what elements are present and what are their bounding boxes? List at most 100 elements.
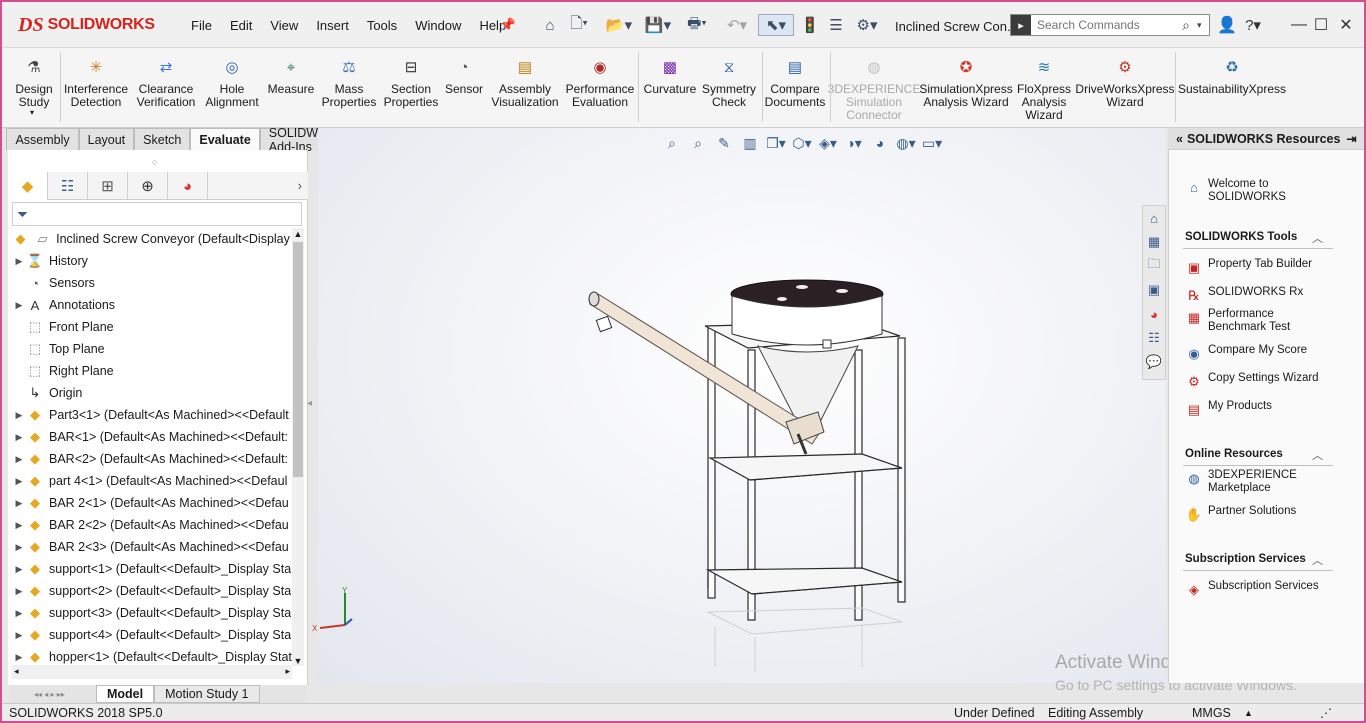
- print-icon[interactable]: 🖶▾: [680, 14, 714, 36]
- view-palette-icon[interactable]: ▣: [1143, 278, 1165, 302]
- section-properties-command[interactable]: ⊟ Section Properties: [384, 56, 439, 109]
- assembly-visualization-command[interactable]: ▤ Assembly Visualization: [491, 56, 558, 109]
- expand-arrow-icon[interactable]: ▶: [12, 498, 26, 509]
- bottom-tab-model[interactable]: Model: [96, 685, 155, 703]
- menu-view[interactable]: View: [261, 18, 307, 33]
- tree-item[interactable]: ▶ ◆ BAR<2> (Default<As Machined><<Default:: [12, 448, 292, 470]
- tree-vertical-scrollbar[interactable]: ▲ ▼: [292, 228, 304, 666]
- apply-scene-icon[interactable]: ◍▾: [894, 132, 918, 154]
- tree-item[interactable]: ⬚ Front Plane: [12, 316, 292, 338]
- tree-item[interactable]: ◔ Sensors: [12, 272, 292, 294]
- new-document-icon[interactable]: 🗋▾: [564, 14, 594, 36]
- rebuild-traffic-light-icon[interactable]: 🚦: [798, 14, 822, 36]
- zoom-to-area-icon[interactable]: ⌕: [686, 132, 710, 154]
- search-icon[interactable]: ⌕: [1175, 17, 1197, 34]
- resource-link[interactable]: ⚙ Copy Settings Wizard: [1184, 372, 1318, 390]
- select-pointer-icon[interactable]: ⬉▾: [758, 14, 794, 36]
- featuremanager-tab-icon[interactable]: ◆: [8, 172, 48, 200]
- resources-home-icon[interactable]: ⌂: [1143, 206, 1165, 230]
- tab-layout[interactable]: Layout: [78, 128, 135, 150]
- menu-insert[interactable]: Insert: [307, 18, 358, 33]
- tab-evaluate[interactable]: Evaluate: [190, 128, 260, 150]
- resource-link[interactable]: ▤ My Products: [1184, 400, 1272, 418]
- units-caret-icon[interactable]: ▲: [1244, 708, 1253, 718]
- tree-item[interactable]: ⬚ Top Plane: [12, 338, 292, 360]
- resource-link[interactable]: ℞ SOLIDWORKS Rx: [1184, 286, 1303, 304]
- display-style-icon[interactable]: ◈▾: [816, 132, 840, 154]
- simulationxpress-command[interactable]: ✪ SimulationXpress Analysis Wizard: [919, 56, 1012, 109]
- scroll-down-icon[interactable]: ▼: [292, 656, 304, 666]
- tab-scroll-arrows[interactable]: ◂◂ ◂ ▸ ▸▸: [10, 685, 96, 703]
- resource-section-title[interactable]: Online Resources: [1185, 448, 1283, 460]
- previous-view-icon[interactable]: ✎: [712, 132, 736, 154]
- collapse-section-icon[interactable]: ︿: [1312, 230, 1323, 246]
- performance-evaluation-command[interactable]: ◉ Performance Evaluation: [566, 56, 635, 109]
- expand-arrow-icon[interactable]: ▶: [12, 300, 26, 311]
- hide-show-items-icon[interactable]: ◑▾: [842, 132, 866, 154]
- resource-link[interactable]: ◈ Subscription Services: [1184, 580, 1319, 598]
- tree-item[interactable]: ▶ A Annotations: [12, 294, 292, 316]
- options-gear-icon[interactable]: ⚙▾: [850, 14, 884, 36]
- expand-arrow-icon[interactable]: ▶: [12, 432, 26, 443]
- resource-section-title[interactable]: Subscription Services: [1185, 553, 1306, 565]
- expand-arrow-icon[interactable]: ▶: [12, 454, 26, 465]
- expand-arrow-icon[interactable]: ▶: [12, 630, 26, 641]
- pin-pane-icon[interactable]: ⇥: [1346, 132, 1356, 146]
- tree-filter[interactable]: ⏷: [12, 202, 302, 226]
- displaymanager-tab-icon[interactable]: ◕: [168, 172, 208, 200]
- tree-item[interactable]: ↳ Origin: [12, 382, 292, 404]
- tree-item[interactable]: ▶ ◆ support<2> (Default<<Default>_Display …: [12, 580, 292, 602]
- tree-item[interactable]: ⬚ Right Plane: [12, 360, 292, 382]
- menu-file[interactable]: File: [182, 18, 221, 33]
- tab-assembly[interactable]: Assembly: [6, 128, 79, 150]
- sustainabilityxpress-command[interactable]: ♻ SustainabilityXpress: [1178, 56, 1286, 96]
- section-view-icon[interactable]: ▥: [738, 132, 762, 154]
- expand-arrow-icon[interactable]: ▶: [12, 520, 26, 531]
- configurationmanager-tab-icon[interactable]: ⊞: [88, 172, 128, 200]
- tree-item[interactable]: ▶ ◆ part 4<1> (Default<As Machined><<Defau…: [12, 470, 292, 492]
- filter-icon[interactable]: ⏷: [17, 206, 28, 223]
- tree-item[interactable]: ▶ ◆ support<4> (Default<<Default>_Display …: [12, 624, 292, 646]
- interference-detection-command[interactable]: ✳ Interference Detection: [64, 56, 128, 109]
- solidworks-logo[interactable]: DS SOLIDWORKS: [18, 12, 163, 38]
- scroll-right-icon[interactable]: ▸: [285, 666, 290, 677]
- save-icon[interactable]: 💾▾: [641, 14, 675, 36]
- welcome-link[interactable]: ⌂ Welcome to SOLIDWORKS: [1184, 178, 1286, 204]
- view-settings-icon[interactable]: ▭▾: [920, 132, 944, 154]
- menu-window[interactable]: Window: [406, 18, 470, 33]
- scroll-up-icon[interactable]: ▲: [292, 228, 304, 240]
- collapse-chevron-icon[interactable]: «: [1176, 132, 1183, 146]
- resource-link[interactable]: ▦ Performance Benchmark Test: [1184, 308, 1290, 334]
- clearance-verification-command[interactable]: ⇄ Clearance Verification: [137, 56, 196, 109]
- tree-item[interactable]: ▶ ◆ support<3> (Default<<Default>_Display …: [12, 602, 292, 624]
- screw-conveyor-model[interactable]: [580, 272, 920, 672]
- file-explorer-icon[interactable]: 🗀: [1143, 254, 1165, 278]
- dynamic-annotation-icon[interactable]: ❐▾: [764, 132, 788, 154]
- search-commands-box[interactable]: ▸ ⌕ ▾: [1010, 14, 1210, 36]
- search-dropdown-icon[interactable]: ▾: [1197, 20, 1209, 31]
- tree-item[interactable]: ▶ ◆ support<1> (Default<<Default>_Display …: [12, 558, 292, 580]
- scrollbar-thumb[interactable]: [293, 242, 303, 477]
- tree-item[interactable]: ▶ ◆ BAR<1> (Default<As Machined><<Default:: [12, 426, 292, 448]
- design-study-command[interactable]: ⚗ Design Study: [15, 56, 52, 109]
- pin-icon[interactable]: 📌: [497, 14, 519, 36]
- edit-appearance-icon[interactable]: ◕: [868, 132, 892, 154]
- mass-properties-command[interactable]: ⚖ Mass Properties: [322, 56, 377, 109]
- home-icon[interactable]: ⌂: [538, 14, 562, 36]
- bottom-tab-motion-study-1[interactable]: Motion Study 1: [154, 685, 260, 703]
- hole-alignment-command[interactable]: ◎ Hole Alignment: [205, 56, 258, 109]
- expand-arrow-icon[interactable]: ▶: [12, 410, 26, 421]
- design-library-icon[interactable]: ▦: [1143, 230, 1165, 254]
- resource-section-title[interactable]: SOLIDWORKS Tools: [1185, 231, 1297, 243]
- file-properties-icon[interactable]: ☰: [824, 14, 848, 36]
- tree-item[interactable]: ▶ ◆ BAR 2<3> (Default<As Machined><<Defau: [12, 536, 292, 558]
- collapse-section-icon[interactable]: ︿: [1312, 447, 1323, 463]
- resource-link[interactable]: ▣ Property Tab Builder: [1184, 258, 1312, 276]
- panel-splitter-handle[interactable]: ○: [152, 157, 157, 167]
- expand-arrow-icon[interactable]: ▶: [12, 608, 26, 619]
- expand-arrow-icon[interactable]: ▶: [12, 652, 26, 663]
- tree-root-assembly[interactable]: ◆ ▱ Inclined Screw Conveyor (Default<Displ…: [12, 228, 292, 250]
- search-scope-icon[interactable]: ▸: [1011, 15, 1031, 35]
- open-folder-icon[interactable]: 📂▾: [600, 14, 638, 36]
- sensor-command[interactable]: ◔ Sensor: [445, 56, 483, 96]
